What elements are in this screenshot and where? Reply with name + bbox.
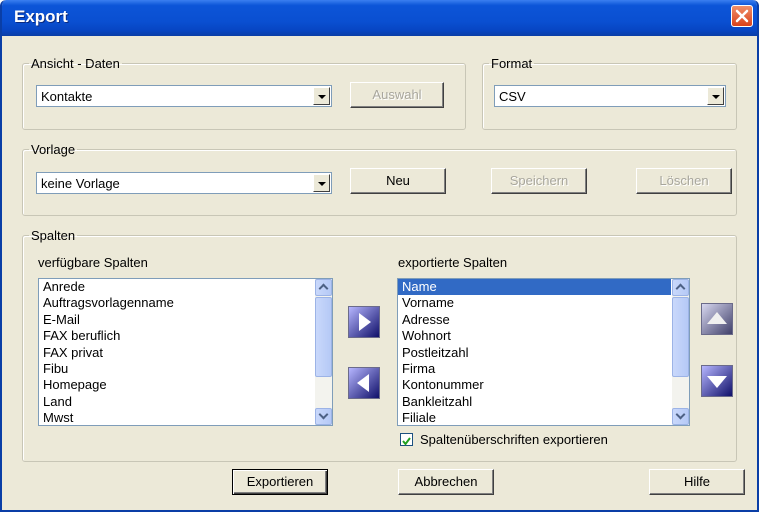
move-up-button[interactable] bbox=[701, 303, 733, 335]
list-item[interactable]: Land bbox=[39, 394, 314, 410]
available-columns-label: verfügbare Spalten bbox=[38, 255, 148, 270]
exportieren-button[interactable]: Exportieren bbox=[232, 469, 328, 495]
scroll-up-icon[interactable] bbox=[672, 279, 689, 296]
list-item[interactable]: Bankleitzahl bbox=[398, 394, 671, 410]
list-item[interactable]: Anrede bbox=[39, 279, 314, 295]
ansicht-daten-select[interactable]: Kontakte bbox=[36, 85, 332, 107]
move-right-icon bbox=[349, 307, 379, 337]
remove-column-button[interactable] bbox=[348, 367, 380, 399]
vorlage-select[interactable]: keine Vorlage bbox=[36, 172, 332, 194]
dropdown-arrow-icon[interactable] bbox=[313, 87, 330, 105]
window-title: Export bbox=[14, 7, 68, 26]
move-left-icon bbox=[349, 368, 379, 398]
hilfe-button[interactable]: Hilfe bbox=[649, 469, 745, 495]
abbrechen-button[interactable]: Abbrechen bbox=[398, 469, 494, 495]
close-button[interactable] bbox=[731, 5, 753, 27]
list-item[interactable]: Postleitzahl bbox=[398, 345, 671, 361]
exported-columns-list[interactable]: Name Vorname Adresse Wohnort Postleitzahl Fir… bbox=[397, 278, 690, 426]
dropdown-arrow-icon[interactable] bbox=[313, 174, 330, 192]
format-select[interactable]: CSV bbox=[494, 85, 726, 107]
list-item[interactable]: Vorname bbox=[398, 295, 671, 311]
spalten-legend: Spalten bbox=[31, 228, 76, 243]
scroll-thumb[interactable] bbox=[672, 297, 689, 377]
move-up-icon bbox=[702, 304, 732, 334]
scroll-up-icon[interactable] bbox=[315, 279, 332, 296]
list-item[interactable]: E-Mail bbox=[39, 312, 314, 328]
move-down-icon bbox=[702, 366, 732, 396]
dropdown-arrow-icon[interactable] bbox=[707, 87, 724, 105]
available-columns-items: Anrede Auftragsvorlagenname E-Mail FAX beru… bbox=[39, 279, 314, 425]
checkmark-icon bbox=[402, 437, 411, 446]
list-item[interactable]: Filiale bbox=[398, 410, 671, 425]
move-down-button[interactable] bbox=[701, 365, 733, 397]
list-item[interactable]: Name bbox=[398, 279, 671, 296]
speichern-button[interactable]: Speichern bbox=[491, 168, 587, 194]
export-dialog: Export Ansicht - Daten Kontakte Auswahl … bbox=[0, 0, 759, 512]
list-item[interactable]: FAX beruflich bbox=[39, 328, 314, 344]
scroll-down-icon[interactable] bbox=[315, 408, 332, 425]
format-value: CSV bbox=[499, 89, 526, 104]
format-legend: Format bbox=[491, 56, 533, 71]
available-columns-list[interactable]: Anrede Auftragsvorlagenname E-Mail FAX beru… bbox=[38, 278, 333, 426]
exported-columns-items: Name Vorname Adresse Wohnort Postleitzahl Fir… bbox=[398, 279, 671, 425]
exported-columns-scrollbar[interactable] bbox=[672, 279, 689, 425]
exported-columns-label: exportierte Spalten bbox=[398, 255, 508, 270]
vorlage-value: keine Vorlage bbox=[41, 176, 120, 191]
loeschen-button[interactable]: Löschen bbox=[636, 168, 732, 194]
list-item[interactable]: Homepage bbox=[39, 377, 314, 393]
scroll-thumb[interactable] bbox=[315, 297, 332, 377]
add-column-button[interactable] bbox=[348, 306, 380, 338]
vorlage-legend: Vorlage bbox=[31, 142, 76, 157]
list-item[interactable]: Kontonummer bbox=[398, 377, 671, 393]
headers-checkbox[interactable] bbox=[400, 433, 413, 446]
close-icon bbox=[735, 9, 749, 23]
headers-checkbox-label[interactable]: Spaltenüberschriften exportieren bbox=[420, 432, 608, 447]
list-item[interactable]: Adresse bbox=[398, 312, 671, 328]
ansicht-daten-value: Kontakte bbox=[41, 89, 93, 104]
list-item[interactable]: Auftragsvorlagenname bbox=[39, 295, 314, 311]
list-item[interactable]: Mwst bbox=[39, 410, 314, 425]
auswahl-button[interactable]: Auswahl bbox=[350, 82, 444, 108]
available-columns-scrollbar[interactable] bbox=[315, 279, 332, 425]
list-item[interactable]: Wohnort bbox=[398, 328, 671, 344]
scroll-down-icon[interactable] bbox=[672, 408, 689, 425]
neu-button[interactable]: Neu bbox=[350, 168, 446, 194]
list-item[interactable]: Firma bbox=[398, 361, 671, 377]
list-item[interactable]: Fibu bbox=[39, 361, 314, 377]
ansicht-daten-legend: Ansicht - Daten bbox=[31, 56, 120, 71]
title-bar[interactable]: Export bbox=[2, 0, 757, 36]
list-item[interactable]: FAX privat bbox=[39, 345, 314, 361]
